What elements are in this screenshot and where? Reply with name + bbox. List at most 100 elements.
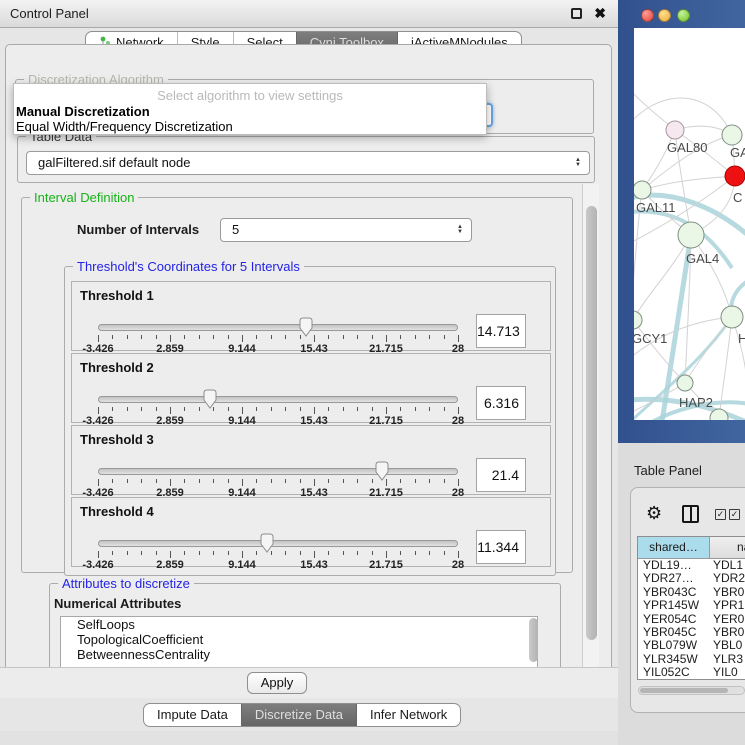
table-column-header[interactable]: na <box>710 537 745 558</box>
main-scrollbar-track[interactable] <box>582 184 599 668</box>
table-cell[interactable]: YLR345W <box>638 653 710 666</box>
slider-track[interactable] <box>98 324 458 331</box>
checkbox-icon[interactable]: ✓ <box>729 509 740 520</box>
table-cell[interactable]: YLR3 <box>710 653 745 666</box>
tab-infer-network[interactable]: Infer Network <box>356 704 460 726</box>
zoom-traffic-icon[interactable] <box>677 9 690 22</box>
slider-handle[interactable] <box>258 533 276 557</box>
table-hscrollbar-track[interactable] <box>638 686 745 695</box>
table-cell[interactable]: YER054C <box>638 613 710 626</box>
minimize-traffic-icon[interactable] <box>658 9 671 22</box>
slider-tick <box>386 335 387 342</box>
network-node-red[interactable] <box>725 166 745 186</box>
network-node-green[interactable] <box>634 311 642 329</box>
table-row[interactable]: YDR27…YDR2 <box>638 572 745 585</box>
slider-handle[interactable] <box>297 317 315 341</box>
table-cell[interactable]: YDR2 <box>710 572 745 585</box>
table-row[interactable]: YIL052CYIL0 <box>638 666 745 679</box>
threshold-value-field[interactable]: 6.316 <box>476 386 526 420</box>
tab-label: Discretize Data <box>255 704 343 726</box>
table-row[interactable]: YBR045CYBR0 <box>638 626 745 639</box>
table-row[interactable]: YER054CYER0 <box>638 613 745 626</box>
algorithm-option-equal-width[interactable]: Equal Width/Frequency Discretization <box>16 119 233 134</box>
attribute-list-item[interactable]: SelfLoops <box>61 617 537 632</box>
table-row[interactable]: YBR043CYBR0 <box>638 586 745 599</box>
threshold-slider[interactable]: -3.4262.8599.14415.4321.71528 <box>98 538 458 568</box>
table-cell[interactable]: YDR27… <box>638 572 710 585</box>
table-cell[interactable]: YDL1 <box>710 559 745 572</box>
network-view-window: GAL80GAGAL11CGAL4GCY1HHAP2 <box>618 0 745 443</box>
table-cell[interactable]: YBL0 <box>710 639 745 652</box>
slider-tick <box>213 335 214 339</box>
window-title: Control Panel <box>10 6 89 21</box>
table-cell[interactable]: YBR0 <box>710 586 745 599</box>
close-icon[interactable]: ✖ <box>594 5 606 22</box>
attribute-list-item[interactable]: TopologicalCoefficient <box>61 632 537 647</box>
close-traffic-icon[interactable] <box>641 9 654 22</box>
network-node-label: HAP2 <box>679 395 713 410</box>
network-node-pink[interactable] <box>666 121 684 139</box>
table-cell[interactable]: YBL079W <box>638 639 710 652</box>
table-hscrollbar-thumb[interactable] <box>640 688 728 693</box>
table-row[interactable]: YDL19…YDL1 <box>638 559 745 572</box>
threshold-slider[interactable]: -3.4262.8599.14415.4321.71528 <box>98 394 458 424</box>
network-node-green[interactable] <box>677 375 693 391</box>
slider-handle[interactable] <box>201 389 219 413</box>
tab-impute-data[interactable]: Impute Data <box>144 704 241 726</box>
slider-track[interactable] <box>98 396 458 403</box>
table-row[interactable]: YLR345WYLR3 <box>638 653 745 666</box>
table-data-group: Table Data galFiltered.sif default node … <box>17 136 595 183</box>
slider-tick <box>98 335 99 342</box>
slider-track[interactable] <box>98 540 458 547</box>
slider-tick <box>141 335 142 339</box>
network-node-green[interactable] <box>721 306 743 328</box>
checkbox-icon[interactable]: ✓ <box>715 509 726 520</box>
numerical-attributes-list[interactable]: SelfLoopsTopologicalCoefficientBetweenne… <box>60 616 538 668</box>
network-node-green[interactable] <box>678 222 704 248</box>
table-cell[interactable]: YPR145W <box>638 599 710 612</box>
gear-icon[interactable]: ⚙ <box>646 503 662 524</box>
table-row[interactable]: YBL079WYBL0 <box>638 639 745 652</box>
settings-scroll-area: Interval Definition Number of Intervals … <box>15 183 581 668</box>
slider-tick <box>199 479 200 483</box>
slider-tick <box>300 407 301 411</box>
algorithm-option-manual[interactable]: Manual Discretization <box>16 104 150 119</box>
slider-tick <box>228 407 229 411</box>
control-panel-titlebar: Control Panel ✖ <box>0 0 618 28</box>
slider-track[interactable] <box>98 468 458 475</box>
network-canvas[interactable]: GAL80GAGAL11CGAL4GCY1HHAP2 <box>634 28 745 420</box>
table-data-combobox[interactable]: galFiltered.sif default node ▲▼ <box>26 151 590 175</box>
attribute-list-item[interactable]: BetweennessCentrality <box>61 647 537 662</box>
threshold-value-field[interactable]: 21.4 <box>476 458 526 492</box>
table-cell[interactable]: YBR043C <box>638 586 710 599</box>
slider-handle[interactable] <box>373 461 391 485</box>
slider-tick <box>444 479 445 483</box>
slider-tick <box>357 407 358 411</box>
attributes-list-scrollbar[interactable] <box>529 618 538 662</box>
table-cell[interactable]: YER0 <box>710 613 745 626</box>
threshold-value-field[interactable]: 11.344 <box>476 530 526 564</box>
threshold-slider[interactable]: -3.4262.8599.14415.4321.71528 <box>98 322 458 352</box>
number-of-intervals-combobox[interactable]: 5 ▲▼ <box>220 218 472 242</box>
float-window-icon[interactable] <box>571 8 582 19</box>
table-column-header[interactable]: shared… <box>638 537 710 558</box>
table-cell[interactable]: YPR1 <box>710 599 745 612</box>
apply-button[interactable]: Apply <box>247 672 307 694</box>
main-scrollbar-thumb[interactable] <box>586 206 597 640</box>
slider-tick <box>328 551 329 555</box>
tab-discretize-data[interactable]: Discretize Data <box>241 704 356 726</box>
threshold-row: Threshold 3-3.4262.8599.14415.4321.71528… <box>71 425 551 495</box>
network-node-green[interactable] <box>634 181 651 199</box>
table-cell[interactable]: YIL0 <box>710 666 745 679</box>
network-node-green[interactable] <box>722 125 742 145</box>
table-cell[interactable]: YIL052C <box>638 666 710 679</box>
table-cell[interactable]: YBR0 <box>710 626 745 639</box>
table-cell[interactable]: YDL19… <box>638 559 710 572</box>
slider-tick <box>112 551 113 555</box>
table-cell[interactable]: YBR045C <box>638 626 710 639</box>
threshold-value-field[interactable]: 14.713 <box>476 314 526 348</box>
numerical-attributes-label: Numerical Attributes <box>54 596 181 611</box>
table-row[interactable]: YPR145WYPR1 <box>638 599 745 612</box>
threshold-slider[interactable]: -3.4262.8599.14415.4321.71528 <box>98 466 458 496</box>
split-columns-icon[interactable] <box>682 505 699 523</box>
